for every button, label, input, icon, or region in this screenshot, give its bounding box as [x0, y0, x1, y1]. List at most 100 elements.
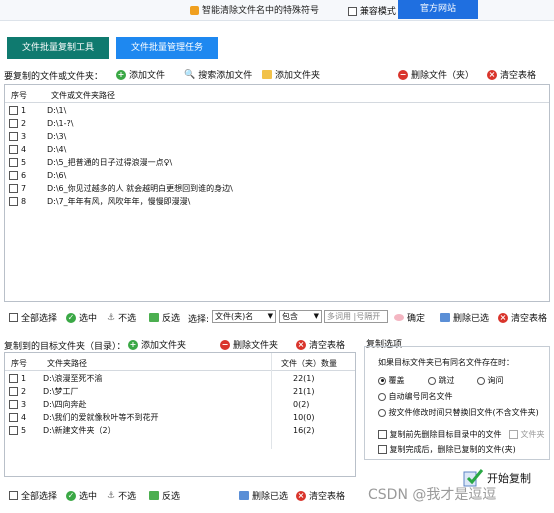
folder-checkbox[interactable]: 文件夹: [509, 429, 545, 440]
radio-replace-by-time[interactable]: 按文件修改时间只替换旧文件(不含文件夹): [378, 407, 539, 418]
field-select-value: 文件(夹)名: [215, 312, 254, 321]
row-checkbox[interactable]: [9, 197, 18, 206]
row-count: 0(2): [293, 400, 310, 409]
radio-replace-by-time-icon[interactable]: [378, 408, 386, 417]
tab-file-copy-tool[interactable]: 文件批量复制工具: [7, 37, 109, 59]
table-row[interactable]: 5 D:\5_把普通的日子过得浪漫一点♀\: [5, 157, 545, 169]
radio-skip-icon[interactable]: [428, 376, 436, 385]
invert-button[interactable]: 反选: [149, 311, 180, 324]
row-checkbox[interactable]: [9, 374, 18, 383]
confirm-button[interactable]: 确定: [394, 311, 425, 324]
bottom-clear-table-button[interactable]: × 清空表格: [296, 489, 345, 502]
compat-mode-check-icon[interactable]: [348, 7, 357, 16]
bottom-select-all-checkbox[interactable]: 全部选择: [9, 489, 57, 502]
delete-before-copy-checkbox[interactable]: 复制前先删除目标目录中的文件: [378, 429, 502, 440]
row-checkbox[interactable]: [9, 145, 18, 154]
target-add-folder-label: 添加文件夹: [141, 341, 187, 351]
field-select[interactable]: 文件(夹)名 ▼: [212, 310, 276, 323]
row-checkbox[interactable]: [9, 171, 18, 180]
add-file-button[interactable]: + 添加文件: [116, 68, 165, 81]
delete-file-button[interactable]: − 删除文件（夹）: [398, 68, 474, 81]
table-row[interactable]: 2 D:\1-?\: [5, 118, 545, 130]
target-clear-table-button[interactable]: × 清空表格: [296, 338, 345, 351]
radio-ask[interactable]: 询问: [477, 375, 504, 386]
row-no: 5: [21, 158, 27, 167]
bottom-delete-selected-button[interactable]: 删除已选: [239, 489, 288, 502]
table-row[interactable]: 5 D:\新建文件夹（2） 16(2): [5, 425, 353, 437]
radio-ask-icon[interactable]: [477, 376, 485, 385]
row-path: D:\梦工厂: [43, 387, 79, 396]
table-row[interactable]: 8 D:\7_年年有风，风吹年年，慢慢即漫漫\: [5, 196, 545, 208]
delete-before-copy-check-icon[interactable]: [378, 430, 387, 439]
watermark: CSDN @我才是逗逗: [368, 487, 497, 503]
unselect-button[interactable]: ⚓ 不选: [107, 311, 136, 325]
delete-after-copy-check-icon[interactable]: [378, 445, 387, 454]
select-button[interactable]: ✓ 选中: [66, 311, 97, 324]
radio-overwrite[interactable]: 覆盖: [378, 375, 405, 386]
row-checkbox[interactable]: [9, 426, 18, 435]
delete-before-copy-label: 复制前先删除目标目录中的文件: [389, 430, 502, 439]
search-icon: 🔍: [184, 69, 196, 80]
keyword-input[interactable]: 多词用 |号隔开: [324, 310, 388, 323]
bottom-invert-button[interactable]: 反选: [149, 489, 180, 502]
filter-bar: 全部选择 ✓ 选中 ⚓ 不选 反选 选择: 文件(夹)名 ▼ 包含 ▼ 多词用 |号隔开…: [4, 303, 550, 329]
row-no: 4: [21, 145, 27, 154]
target-folder-table[interactable]: 序号 文件夹路径 文件（夹）数量 1 D:\浪漫至死不渝 22(1) 2 D:\梦工厂 2…: [4, 352, 356, 477]
table-row[interactable]: 7 D:\6_你见过越多的人 就会越明白更想回到谁的身边\: [5, 183, 545, 195]
radio-overwrite-icon[interactable]: [378, 376, 386, 385]
compat-mode-checkbox[interactable]: 兼容模式: [348, 4, 396, 17]
row-count: 21(1): [293, 387, 315, 396]
radio-skip[interactable]: 跳过: [428, 375, 455, 386]
table-row[interactable]: 1 D:\1\: [5, 105, 545, 117]
table-row[interactable]: 4 D:\我们的爱就像秋叶等不到花开 10(0): [5, 412, 353, 424]
table-row[interactable]: 6 D:\6\: [5, 170, 545, 182]
select-all-checkbox[interactable]: 全部选择: [9, 311, 57, 324]
add-folder-button[interactable]: 添加文件夹: [262, 68, 320, 81]
row-path: D:\四向奔赴: [43, 400, 87, 409]
row-checkbox[interactable]: [9, 387, 18, 396]
row-no: 4: [21, 413, 27, 422]
source-section-label: 要复制的文件或文件夹：: [4, 72, 104, 82]
radio-auto-number-icon[interactable]: [378, 392, 386, 401]
delete-selected-label: 删除已选: [453, 314, 490, 324]
table-row[interactable]: 1 D:\浪漫至死不渝 22(1): [5, 373, 353, 385]
row-no: 2: [21, 387, 27, 396]
row-checkbox[interactable]: [9, 413, 18, 422]
radio-replace-by-time-label: 按文件修改时间只替换旧文件(不含文件夹): [388, 408, 539, 417]
bottom-unselect-label: 不选: [118, 492, 137, 502]
search-add-file-button[interactable]: 🔍 搜索添加文件: [184, 68, 252, 82]
table-row[interactable]: 3 D:\3\: [5, 131, 545, 143]
title-bar: 智能清除文件名中的特殊符号 兼容模式 官方网站: [0, 0, 554, 21]
table-row[interactable]: 2 D:\梦工厂 21(1): [5, 386, 353, 398]
app-title-text: 智能清除文件名中的特殊符号: [202, 6, 320, 16]
row-checkbox[interactable]: [9, 119, 18, 128]
row-no: 2: [21, 119, 27, 128]
row-checkbox[interactable]: [9, 132, 18, 141]
row-checkbox[interactable]: [9, 158, 18, 167]
target-delete-folder-button[interactable]: − 删除文件夹: [220, 338, 278, 351]
row-checkbox[interactable]: [9, 184, 18, 193]
select-all-check-icon[interactable]: [9, 313, 18, 322]
delete-after-copy-checkbox[interactable]: 复制完成后，删除已复制的文件(夹): [378, 444, 516, 455]
row-no: 7: [21, 184, 27, 193]
delete-selected-button[interactable]: 删除已选: [440, 311, 489, 324]
official-site-button[interactable]: 官方网站: [398, 0, 478, 19]
operator-select[interactable]: 包含 ▼: [279, 310, 322, 323]
bottom-select-button[interactable]: ✓ 选中: [66, 489, 97, 502]
table-row[interactable]: 3 D:\四向奔赴 0(2): [5, 399, 353, 411]
select-all-label: 全部选择: [21, 314, 58, 324]
bottom-unselect-button[interactable]: ⚓ 不选: [107, 489, 137, 503]
bottom-select-all-check-icon[interactable]: [9, 491, 18, 500]
source-file-table[interactable]: 序号 文件或文件夹路径 1 D:\1\ 2 D:\1-?\ 3 D:\3\ 4 D:\4\ 5 D…: [4, 84, 550, 302]
clear-table-button[interactable]: × 清空表格: [487, 68, 536, 81]
plus-icon: +: [128, 339, 138, 350]
bottom-clear-table-label: 清空表格: [309, 492, 346, 502]
radio-auto-number[interactable]: 自动编号同名文件: [378, 391, 453, 402]
row-checkbox[interactable]: [9, 400, 18, 409]
tab-batch-tasks[interactable]: 文件批量管理任务: [116, 37, 218, 59]
table-row[interactable]: 4 D:\4\: [5, 144, 545, 156]
folder-check-icon[interactable]: [509, 430, 518, 439]
clear-table-button-2[interactable]: × 清空表格: [498, 311, 547, 324]
row-checkbox[interactable]: [9, 106, 18, 115]
target-add-folder-button[interactable]: + 添加文件夹: [128, 338, 186, 351]
